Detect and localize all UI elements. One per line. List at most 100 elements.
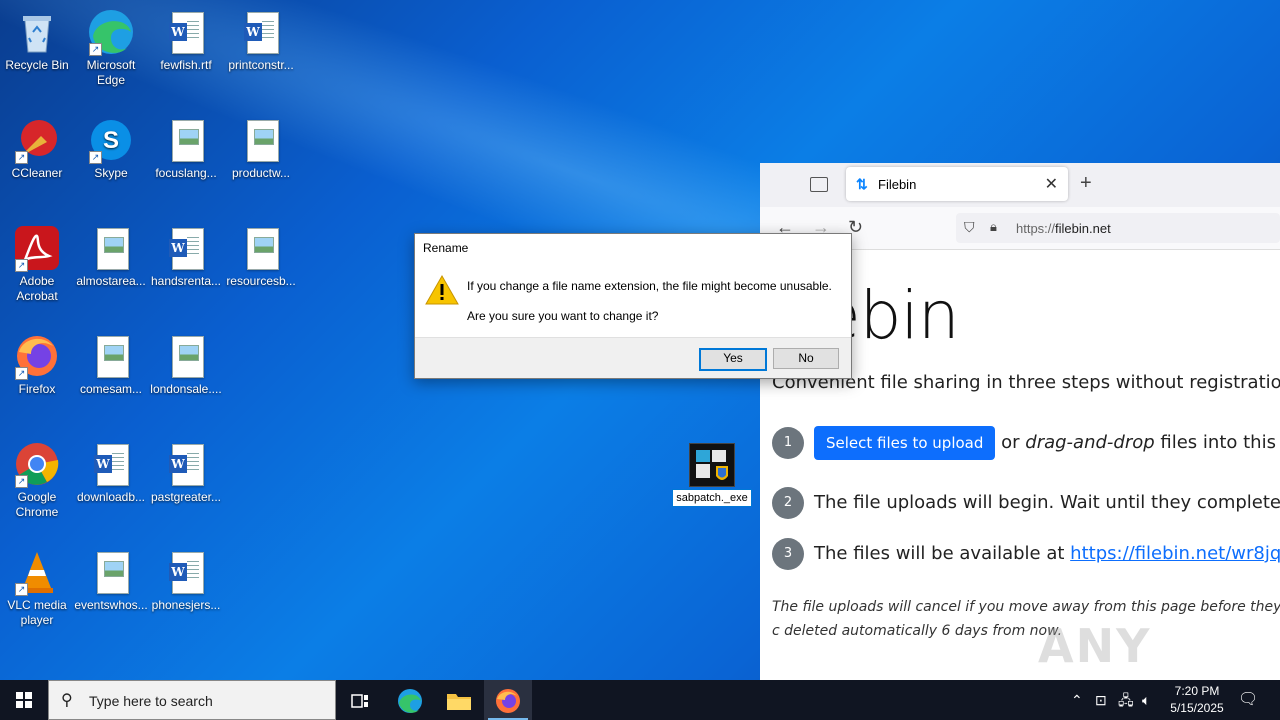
yes-button[interactable]: Yes (699, 348, 767, 371)
select-files-button[interactable]: Select files to upload (814, 426, 996, 460)
no-button[interactable]: No (773, 348, 839, 369)
desktop-icon-file[interactable]: W pastgreater... (149, 440, 223, 505)
filebin-favicon-icon: ⇅ (856, 176, 868, 192)
chrome-icon: ↗ (13, 440, 61, 488)
taskbar-clock[interactable]: 7:20 PM 5/15/2025 (1160, 683, 1234, 717)
desktop-icon-chrome[interactable]: ↗ Google Chrome (0, 440, 74, 520)
desktop-icon-edge[interactable]: ↗ Microsoft Edge (74, 8, 148, 88)
desktop-icon-file[interactable]: productw... (224, 116, 298, 181)
desktop-icon-file[interactable]: resourcesb... (224, 224, 298, 289)
warning-icon (425, 274, 459, 306)
desktop-icon-file[interactable]: focuslang... (149, 116, 223, 181)
rename-dialog: Rename If you change a file name extensi… (414, 233, 852, 379)
desktop-icon-file[interactable]: W phonesjers... (149, 548, 223, 613)
desktop-icon-file[interactable]: W handsrenta... (149, 224, 223, 289)
url-bar[interactable]: ⛉ 🔒︎ https://filebin.net (956, 213, 1280, 243)
desktop-icon-label: downloadb... (76, 490, 146, 504)
tab-filebin[interactable]: ⇅ Filebin ✕ (846, 167, 1068, 201)
desktop-icon-acrobat[interactable]: ↗ Adobe Acrobat (0, 224, 74, 304)
recycle-bin-icon (13, 8, 61, 56)
dialog-title: Rename (423, 241, 469, 255)
step-emphasis: drag-and-drop (1025, 432, 1155, 453)
step-number-badge: 3 (772, 538, 804, 570)
desktop-icon-file[interactable]: W downloadb... (74, 440, 148, 505)
word-document-icon: W (162, 548, 210, 596)
shortcut-arrow-icon: ↗ (15, 583, 28, 596)
desktop-icon-file[interactable]: eventswhos... (74, 548, 148, 613)
step-text: or (1001, 432, 1026, 453)
shield-icon[interactable]: ⛉ (964, 219, 975, 236)
word-document-icon: W (162, 224, 210, 272)
shortcut-arrow-icon: ↗ (15, 475, 28, 488)
url-text: https://filebin.net (1016, 221, 1111, 236)
dialog-question: Are you sure you want to change it? (467, 309, 659, 323)
rename-input[interactable]: sabpatch._exe (672, 489, 752, 507)
desktop-icon-file[interactable]: londonsale.... (149, 332, 223, 397)
desktop-icon-label: Adobe Acrobat (16, 274, 58, 303)
clock-time: 7:20 PM (1174, 684, 1220, 698)
desktop-icon-label: londonsale.... (150, 382, 222, 396)
desktop-icon-file[interactable]: W fewfish.rtf (149, 8, 223, 73)
desktop-icon-label: pastgreater... (150, 490, 222, 504)
show-hidden-icons-icon[interactable]: ⌃ (1071, 680, 1083, 720)
desktop-icon-label: printconstr... (228, 58, 294, 72)
taskbar: ⚲ Type here to search ⌃ ⊡ 🖧︎ 🔈︎ 7:20 PM … (0, 680, 1280, 720)
desktop-icon-label: handsrenta... (150, 274, 222, 288)
image-file-icon (87, 224, 135, 272)
desktop-icon-label: VLC media player (7, 598, 67, 627)
desktop-icon-firefox[interactable]: ↗ Firefox (0, 332, 74, 397)
clock-date: 5/15/2025 (1170, 701, 1224, 715)
step-1: 1 Select files to upload or drag-and-drop… (772, 426, 1280, 460)
desktop-icon-ccleaner[interactable]: ↗ CCleaner (0, 116, 74, 181)
step-2: 2 The file uploads will begin. Wait until… (772, 487, 1280, 519)
edge-icon: ↗ (87, 8, 135, 56)
shortcut-arrow-icon: ↗ (15, 367, 28, 380)
close-tab-icon[interactable]: ✕ (1045, 174, 1058, 194)
start-button[interactable] (0, 680, 48, 720)
desktop-icon-skype[interactable]: S ↗ Skype (74, 116, 148, 181)
step-text: The files will be available at (814, 543, 1071, 564)
desktop-icon-file[interactable]: comesam... (74, 332, 148, 397)
desktop-icon-label: resourcesb... (226, 274, 296, 288)
vlc-icon: ↗ (13, 548, 61, 596)
list-all-tabs-icon[interactable] (810, 177, 828, 192)
desktop-icon-label: eventswhos... (74, 598, 148, 612)
network-icon[interactable]: 🖧︎ (1118, 680, 1134, 720)
volume-icon[interactable]: 🔈︎ (1142, 680, 1150, 720)
taskbar-firefox[interactable] (484, 680, 532, 720)
desktop-icon-label: Recycle Bin (5, 58, 69, 72)
image-file-icon (162, 116, 210, 164)
desktop-icon-file[interactable]: W printconstr... (224, 8, 298, 73)
desktop-icon-label: focuslang... (155, 166, 217, 180)
task-view-button[interactable] (336, 680, 384, 720)
desktop-icon-label: fewfish.rtf (160, 58, 212, 72)
image-file-icon (237, 224, 285, 272)
shortcut-arrow-icon: ↗ (89, 43, 102, 56)
lock-icon[interactable]: 🔒︎ (990, 219, 997, 235)
dialog-message: If you change a file name extension, the… (467, 279, 832, 293)
svg-text:S: S (103, 127, 119, 154)
taskbar-search-box[interactable]: ⚲ Type here to search (48, 680, 336, 720)
desktop-icon-vlc[interactable]: ↗ VLC media player (0, 548, 74, 628)
step-number-badge: 2 (772, 487, 804, 519)
taskbar-edge[interactable] (386, 680, 434, 720)
search-placeholder: Type here to search (89, 693, 213, 709)
step-text: files into this brow (1160, 432, 1280, 453)
word-document-icon: W (237, 8, 285, 56)
edge-icon (398, 688, 422, 713)
executable-file-icon (689, 443, 735, 487)
desktop-icon-label: comesam... (79, 382, 142, 396)
word-document-icon: W (162, 8, 210, 56)
desktop-icon-file[interactable]: almostarea... (74, 224, 148, 289)
notifications-icon[interactable]: 🗨︎ (1238, 680, 1258, 720)
bin-link[interactable]: https://filebin.net/wr8jqpnjim (1070, 543, 1280, 564)
browser-tab-bar: ⇅ Filebin ✕ + (760, 163, 1280, 207)
tab-title: Filebin (878, 177, 917, 192)
network-adapter-icon[interactable]: ⊡ (1095, 680, 1107, 720)
dialog-footer: Yes No (415, 337, 851, 378)
desktop-icon-label: Google Chrome (15, 490, 59, 519)
desktop-icon-sabpatch[interactable]: sabpatch._exe (672, 443, 752, 507)
desktop-icon-recycle-bin[interactable]: Recycle Bin (0, 8, 74, 73)
taskbar-file-explorer[interactable] (435, 680, 483, 720)
new-tab-button[interactable]: + (1080, 172, 1092, 195)
